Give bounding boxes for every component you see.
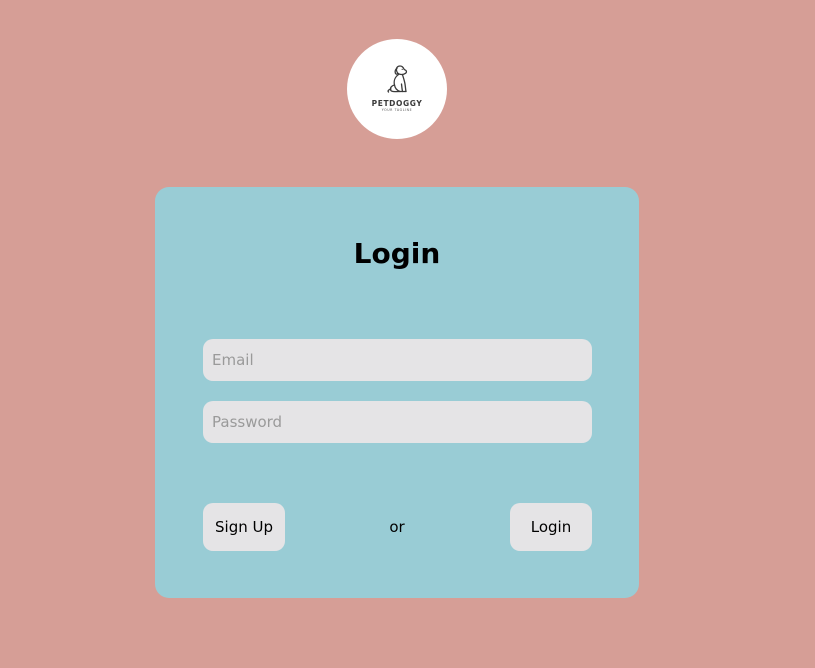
- signup-button[interactable]: Sign Up: [203, 503, 285, 551]
- dog-icon: [387, 64, 408, 93]
- page-title: Login: [353, 237, 441, 270]
- password-field[interactable]: [203, 401, 592, 443]
- brand-tagline: YOUR TAGLINE: [381, 108, 413, 113]
- brand-name: PETDOGGY: [371, 98, 423, 108]
- or-separator: or: [389, 518, 405, 536]
- brand-logo: PETDOGGY YOUR TAGLINE: [347, 39, 447, 139]
- login-button[interactable]: Login: [510, 503, 592, 551]
- email-field[interactable]: [203, 339, 592, 381]
